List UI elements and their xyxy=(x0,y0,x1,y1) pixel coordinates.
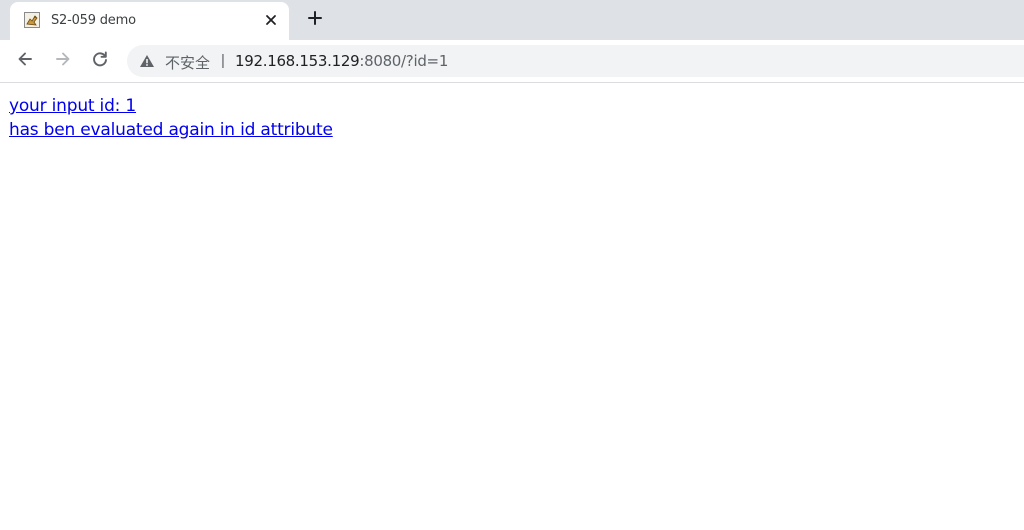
page-content: your input id: 1 has ben evaluated again… xyxy=(9,94,333,142)
tab-title: S2-059 demo xyxy=(51,13,136,28)
back-button[interactable] xyxy=(14,50,36,72)
separator: | xyxy=(221,52,225,69)
url-text[interactable]: 192.168.153.129:8080/?id=1 xyxy=(235,52,448,70)
plus-icon xyxy=(307,10,323,31)
arrow-left-icon xyxy=(16,50,34,73)
security-label[interactable]: 不安全 xyxy=(165,52,210,73)
forward-button[interactable] xyxy=(52,50,74,72)
close-icon[interactable] xyxy=(262,11,280,29)
url-path: :8080/?id=1 xyxy=(359,52,449,70)
browser-window: S2-059 demo 不安全 | 192.168.153.129:8080/?… xyxy=(0,0,1024,530)
tab-strip: S2-059 demo xyxy=(0,0,1024,40)
input-id-link[interactable]: your input id: 1 xyxy=(9,94,333,118)
new-tab-button[interactable] xyxy=(304,9,326,31)
arrow-right-icon xyxy=(54,50,72,73)
tab-s2-059-demo[interactable]: S2-059 demo xyxy=(10,2,289,40)
evaluated-link[interactable]: has ben evaluated again in id attribute xyxy=(9,118,333,142)
address-bar[interactable]: 不安全 | 192.168.153.129:8080/?id=1 xyxy=(127,45,1024,77)
reload-icon xyxy=(91,50,109,73)
warning-triangle-icon[interactable] xyxy=(139,53,155,69)
tomcat-favicon-icon xyxy=(24,12,40,28)
url-host: 192.168.153.129 xyxy=(235,52,360,70)
reload-button[interactable] xyxy=(89,50,111,72)
toolbar: 不安全 | 192.168.153.129:8080/?id=1 xyxy=(0,40,1024,83)
